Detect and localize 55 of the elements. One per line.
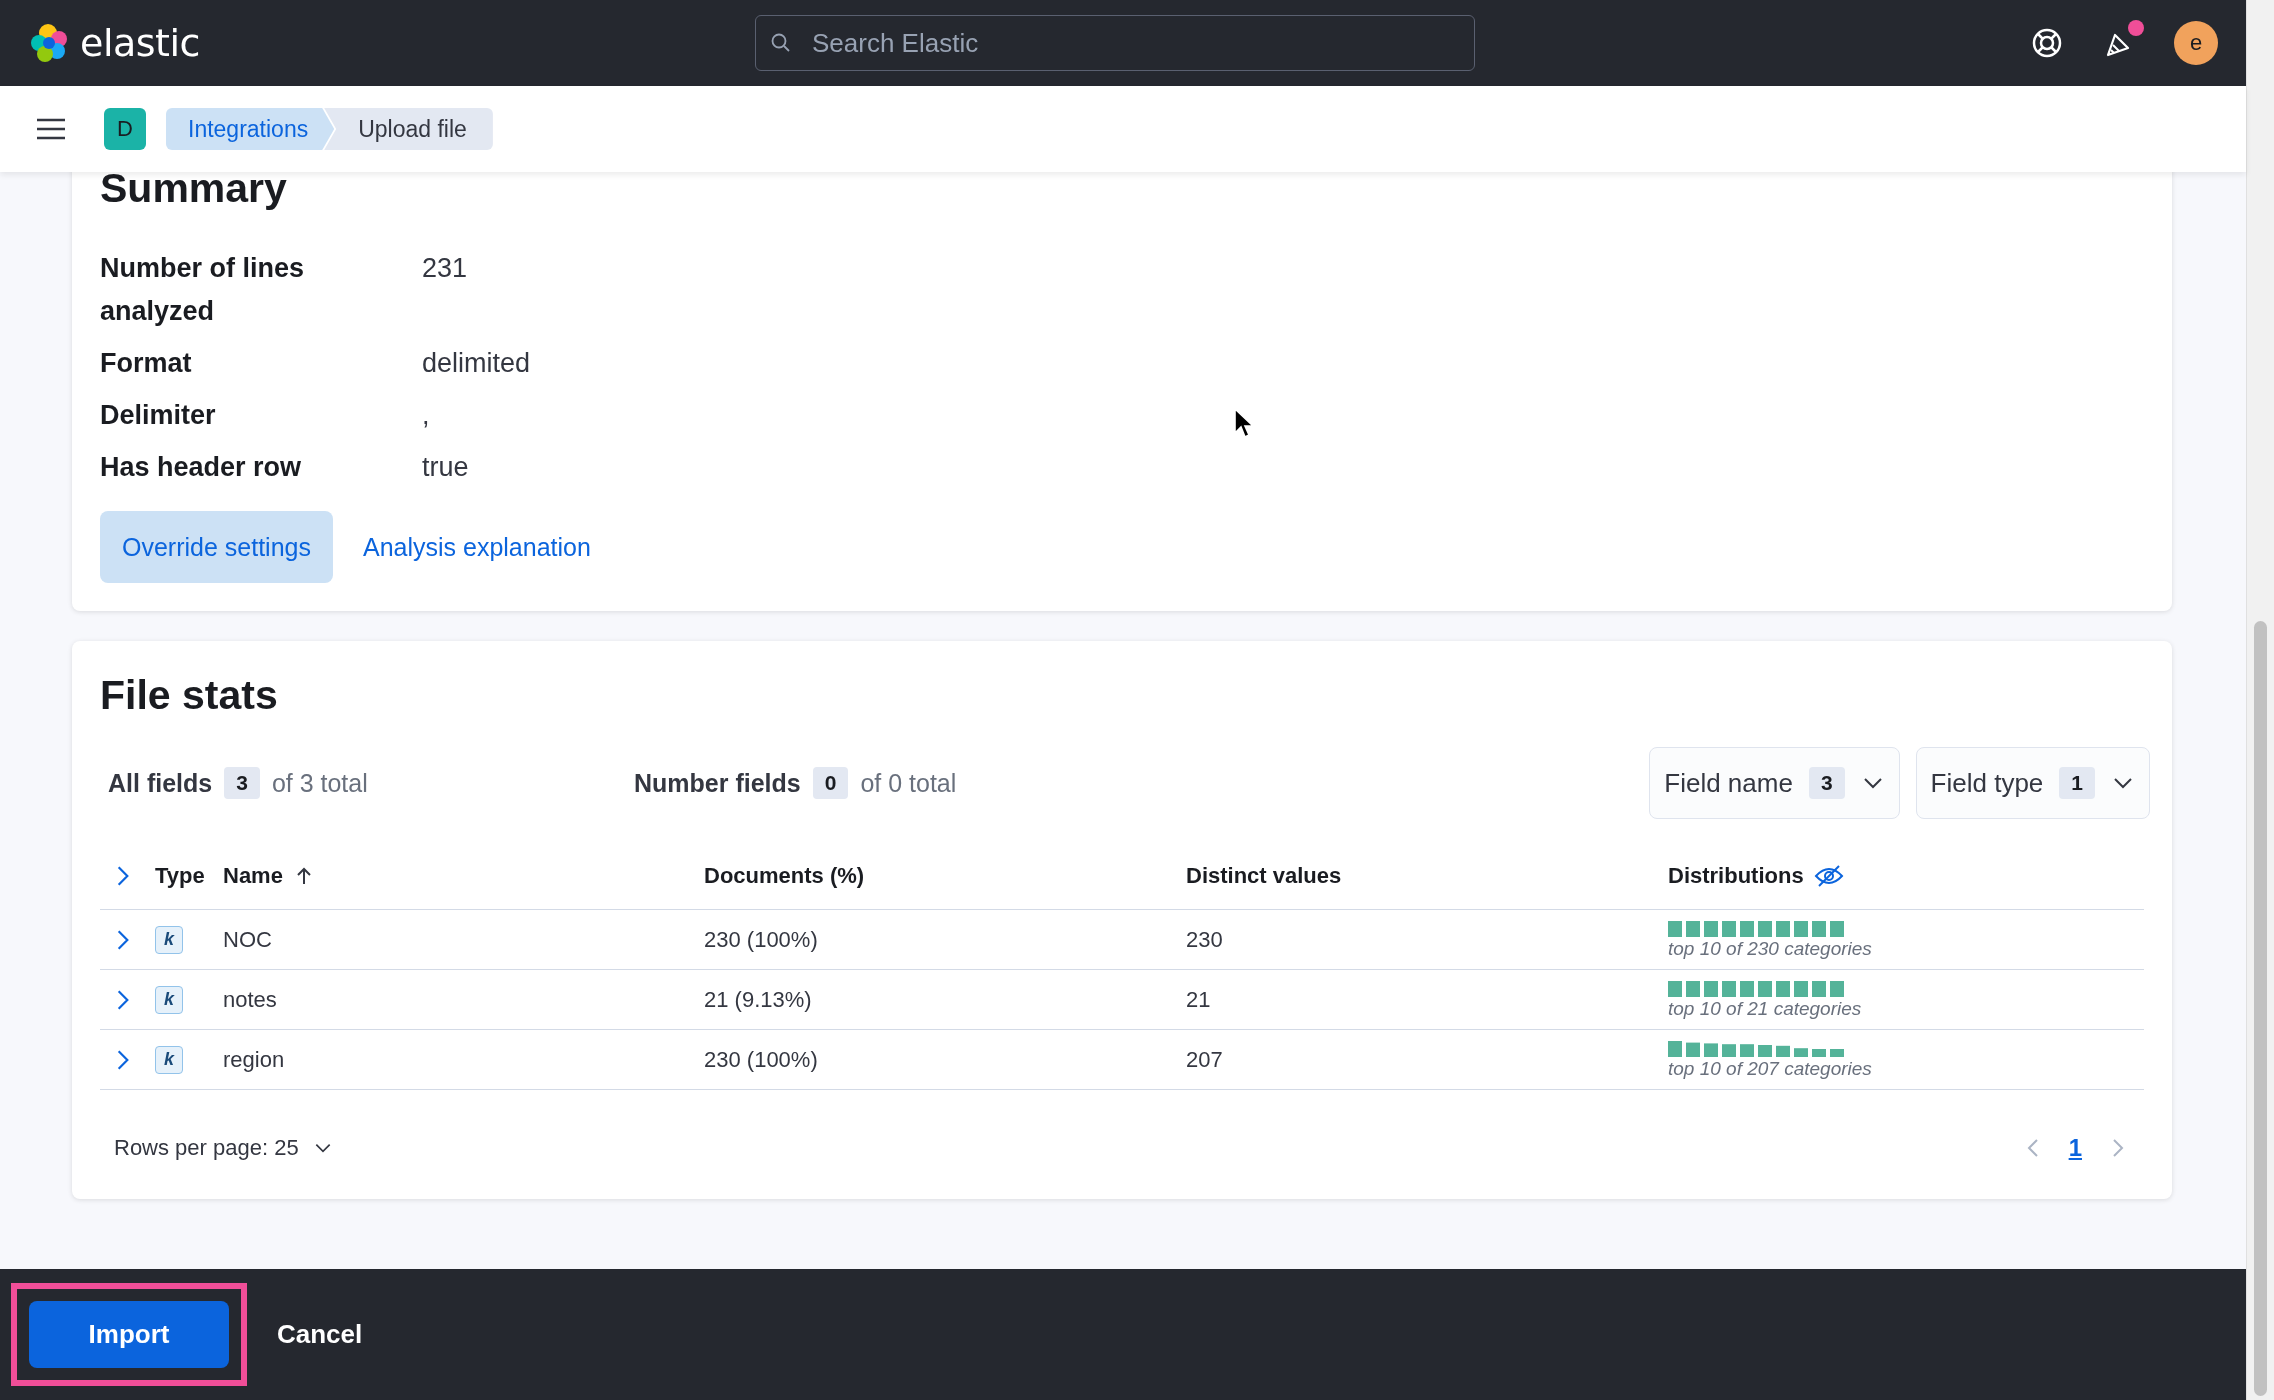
distribution-caption: top 10 of 21 categories xyxy=(1668,998,1862,1019)
count-total: of 0 total xyxy=(860,768,957,798)
field-value: delimited xyxy=(422,347,531,381)
search-field[interactable]: Search Elastic xyxy=(755,15,1475,71)
help-icon[interactable] xyxy=(2030,26,2064,60)
column-header[interactable]: Type xyxy=(155,863,205,890)
user-avatar[interactable]: e xyxy=(2174,21,2218,65)
table-cell: 21 (9.13%) xyxy=(704,986,812,1012)
section-heading: Summary xyxy=(100,172,288,213)
rows-per-page-button[interactable]: Rows per page: 25 xyxy=(100,1127,347,1170)
column-header[interactable]: Distributions xyxy=(1668,863,1804,890)
count-badge: 3 xyxy=(1808,767,1845,800)
filter-dropdown[interactable]: Field type 1 xyxy=(1915,747,2150,820)
field-value: true xyxy=(422,451,469,485)
table-cell: 230 (100%) xyxy=(704,1046,818,1072)
breadcrumb: Upload file xyxy=(324,108,493,150)
keyword-type-icon: k xyxy=(155,1045,183,1074)
table-cell: region xyxy=(223,1046,285,1073)
column-header[interactable]: Name xyxy=(223,863,283,890)
cancel-button[interactable]: Cancel xyxy=(277,1309,363,1360)
table-cell: 230 xyxy=(1186,926,1223,952)
field-label: Format xyxy=(100,347,193,381)
keyword-type-icon: k xyxy=(155,985,183,1014)
breadcrumb[interactable]: Integrations xyxy=(166,108,335,150)
table-cell: 207 xyxy=(1186,1046,1223,1072)
table-cell: NOC xyxy=(223,926,272,953)
table-cell: 21 xyxy=(1186,986,1211,1012)
import-button[interactable]: Import xyxy=(29,1301,229,1368)
field-value: , xyxy=(422,399,430,433)
count-badge: 1 xyxy=(2059,767,2095,800)
table-cell: 230 (100%) xyxy=(704,926,818,952)
eye-off-icon[interactable] xyxy=(1813,864,1844,889)
scrollbar[interactable] xyxy=(2246,0,2274,1400)
field-label: Number of lines analyzed xyxy=(100,252,306,329)
link-button[interactable]: Analysis explanation xyxy=(340,511,613,584)
field-label: Has header row xyxy=(100,451,303,485)
count-label: All fields xyxy=(108,768,213,798)
distribution-caption: top 10 of 230 categories xyxy=(1668,938,1872,959)
page-link[interactable]: 1 xyxy=(2062,1130,2088,1167)
field-label: Delimiter xyxy=(100,399,217,433)
count-badge: 3 xyxy=(224,767,260,800)
distribution-caption: top 10 of 207 categories xyxy=(1668,1058,1872,1079)
keyword-type-icon: k xyxy=(155,925,183,954)
table-cell: notes xyxy=(223,986,277,1013)
column-header[interactable]: Distinct values xyxy=(1186,863,1342,890)
count-total: of 3 total xyxy=(271,768,368,798)
space-avatar[interactable]: D xyxy=(104,108,146,150)
settings-button[interactable]: Override settings xyxy=(100,511,333,584)
count-badge: 0 xyxy=(812,767,849,800)
field-value: 231 xyxy=(422,252,468,286)
filter-dropdown[interactable]: Field name 3 xyxy=(1649,747,1900,820)
brand-name: elastic xyxy=(80,21,200,65)
column-header[interactable]: Documents (%) xyxy=(704,863,865,890)
count-label: Number fields xyxy=(634,768,801,798)
section-heading: File stats xyxy=(100,671,279,721)
